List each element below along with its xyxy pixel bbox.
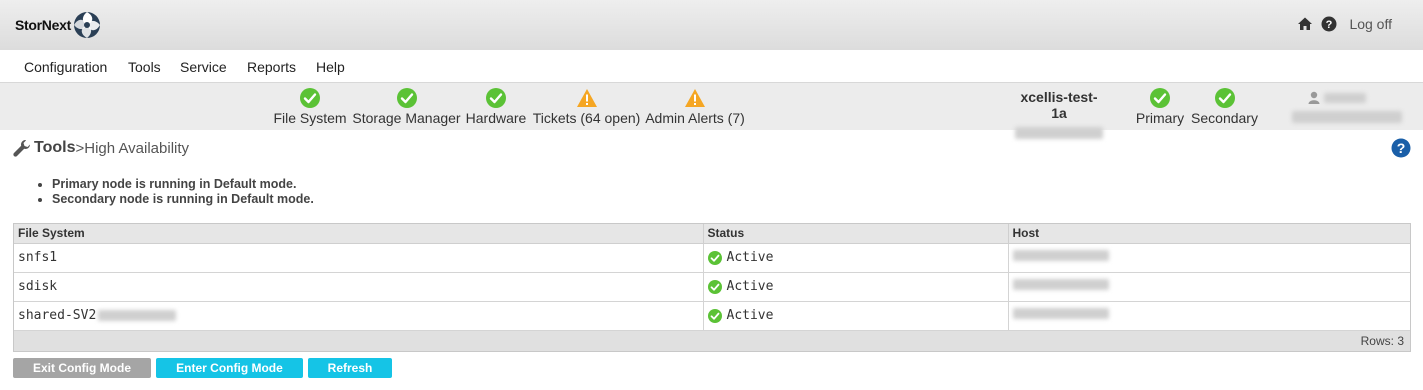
stornext-logo[interactable]: StorNext [15, 10, 102, 40]
column-header-host[interactable]: Host [1008, 224, 1410, 244]
status-text: Active [726, 250, 774, 265]
status-label: Admin Alerts (7) [645, 110, 745, 126]
warning-triangle-icon [685, 89, 705, 107]
check-circle-icon [300, 88, 320, 108]
status-label: Primary [1135, 110, 1185, 126]
cell-file-system: snfs1 [14, 243, 704, 273]
menu-item-configuration[interactable]: Configuration [24, 59, 107, 75]
question-circle-icon[interactable]: ? [1321, 16, 1337, 32]
message-primary: Primary node is running in Default mode. [52, 177, 314, 192]
column-header-status[interactable]: Status [703, 224, 1009, 244]
status-secondary-node[interactable]: Secondary [1191, 88, 1258, 126]
status-primary-node[interactable]: Primary [1135, 88, 1185, 126]
redacted-user-detail [1292, 111, 1402, 123]
status-text: Active [726, 308, 774, 323]
system-status-bar: File System Storage Manager Hardware Tic… [0, 83, 1423, 139]
cell-host [1008, 272, 1410, 302]
status-label: Tickets (64 open) [532, 110, 641, 126]
status-admin-alerts[interactable]: Admin Alerts (7) [645, 88, 745, 126]
check-circle-icon [486, 88, 506, 108]
refresh-button[interactable]: Refresh [308, 358, 392, 378]
logoff-link[interactable]: Log off [1349, 16, 1392, 32]
main-menu: Configuration Tools Service Reports Help [0, 50, 1423, 83]
check-circle-icon [1150, 88, 1170, 108]
column-header-file-system[interactable]: File System [14, 224, 704, 244]
status-label: Hardware [465, 110, 527, 126]
file-system-name: shared-SV2 [18, 308, 97, 323]
status-storage-manager[interactable]: Storage Manager [352, 88, 461, 126]
cell-status: Active [703, 243, 1009, 273]
cell-file-system: sdisk [14, 272, 704, 302]
user-info[interactable] [1292, 91, 1404, 126]
cell-host [1008, 301, 1410, 331]
redacted-name-suffix [98, 310, 177, 321]
message-secondary: Secondary node is running in Default mod… [52, 192, 314, 207]
brand-name: StorNext [15, 17, 71, 33]
status-file-system[interactable]: File System [273, 88, 347, 126]
status-hardware[interactable]: Hardware [465, 88, 527, 126]
home-icon[interactable] [1297, 16, 1313, 32]
table-row[interactable]: sdisk Active [14, 272, 1410, 302]
node-status-messages: Primary node is running in Default mode.… [38, 177, 314, 207]
breadcrumb-section[interactable]: Tools [34, 139, 75, 157]
ha-filesystem-table: File System Status Host snfs1 Active sdi… [13, 223, 1411, 352]
page-help-icon[interactable]: ? [1391, 138, 1411, 158]
svg-text:?: ? [1326, 19, 1333, 31]
status-label: Storage Manager [352, 110, 461, 126]
check-circle-icon [707, 279, 722, 294]
enter-config-mode-button[interactable]: Enter Config Mode [156, 358, 303, 378]
redacted-host-address [1015, 127, 1103, 139]
table-row[interactable]: shared-SV2 Active [14, 301, 1410, 331]
redacted-host [1012, 250, 1109, 261]
cell-host [1008, 243, 1410, 273]
menu-item-reports[interactable]: Reports [247, 59, 296, 75]
menu-item-tools[interactable]: Tools [128, 59, 161, 75]
check-circle-icon [1214, 88, 1235, 108]
breadcrumb-separator: > [75, 139, 85, 157]
redacted-host [1012, 279, 1109, 290]
check-circle-icon [396, 88, 417, 108]
user-icon [1308, 91, 1320, 104]
cell-status: Active [703, 272, 1009, 302]
table-row[interactable]: snfs1 Active [14, 243, 1410, 273]
wrench-icon [13, 140, 30, 157]
cell-file-system: shared-SV2 [14, 301, 704, 331]
status-text: Active [726, 279, 774, 294]
redacted-username [1324, 92, 1366, 103]
breadcrumb: Tools > High Availability [12, 138, 189, 158]
row-count: Rows: 3 [14, 330, 1410, 351]
breadcrumb-page: High Availability [84, 139, 190, 157]
menu-item-service[interactable]: Service [180, 59, 227, 75]
top-header: StorNext ? Log off [0, 0, 1423, 50]
status-label: Secondary [1191, 110, 1258, 126]
warning-triangle-icon [576, 89, 597, 107]
status-tickets[interactable]: Tickets (64 open) [532, 88, 641, 126]
top-right-actions: ? Log off [1297, 16, 1392, 32]
stornext-logo-icon [73, 12, 100, 38]
status-label: File System [273, 110, 347, 126]
menu-item-help[interactable]: Help [316, 59, 345, 75]
host-info: xcellis-test-1a [1013, 89, 1105, 142]
redacted-host [1012, 308, 1109, 319]
exit-config-mode-button[interactable]: Exit Config Mode [13, 358, 151, 378]
cell-status: Active [703, 301, 1009, 331]
svg-text:?: ? [1397, 140, 1406, 156]
check-circle-icon [707, 308, 722, 323]
check-circle-icon [707, 250, 722, 265]
host-name: xcellis-test-1a [1020, 89, 1098, 121]
